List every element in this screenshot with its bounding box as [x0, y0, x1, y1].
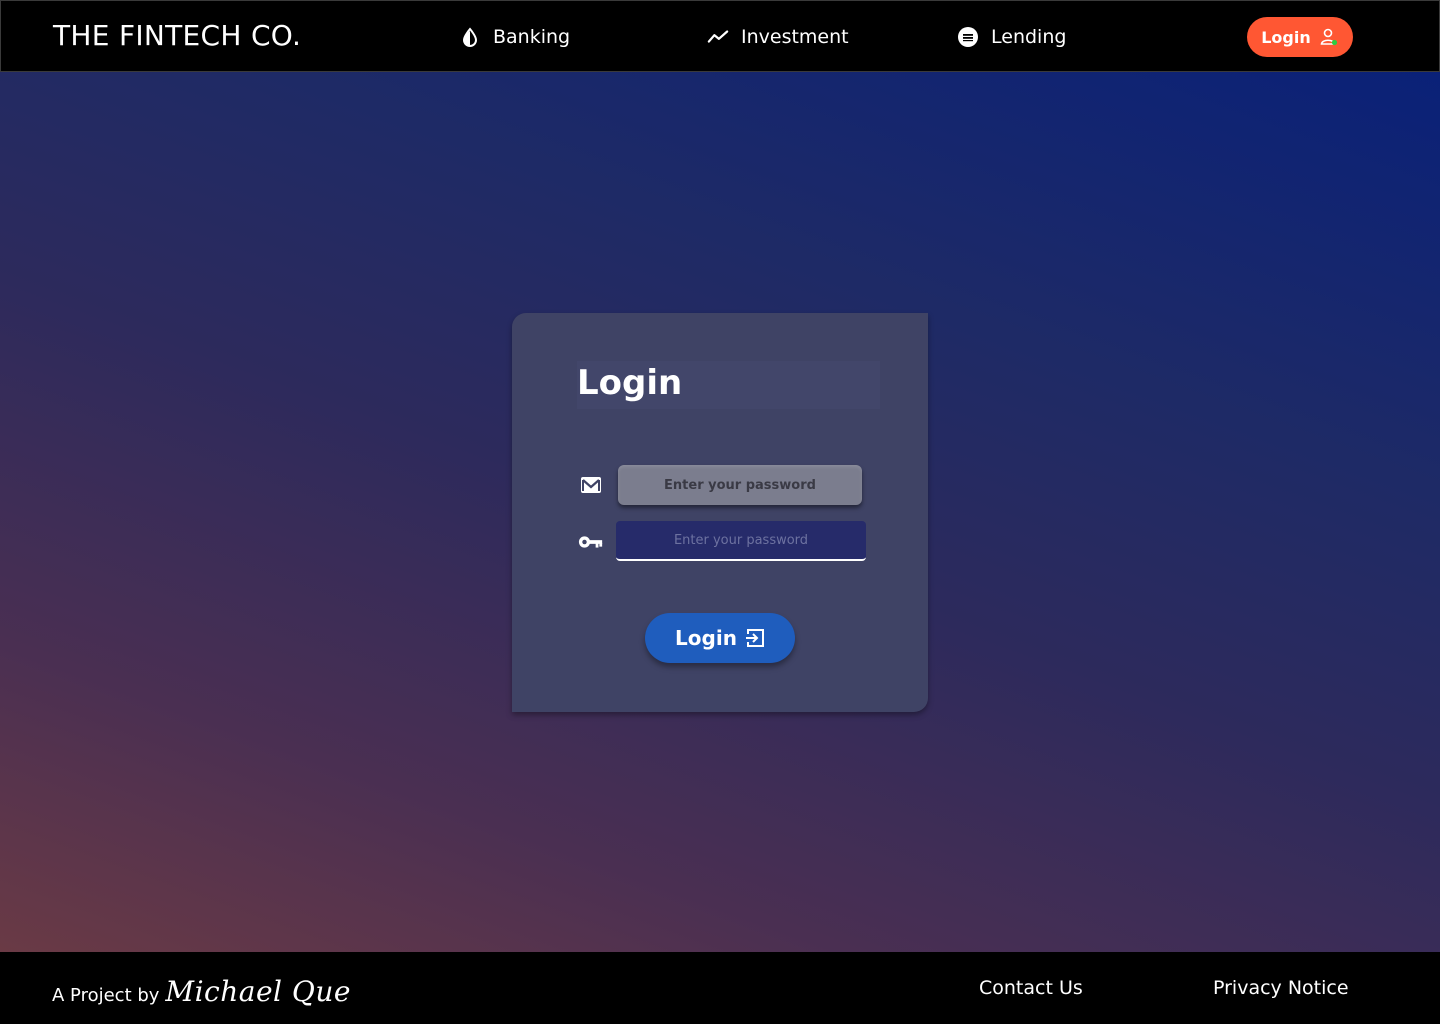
email-icon	[578, 472, 604, 498]
email-field[interactable]	[618, 465, 862, 505]
top-nav: THE FINTECH CO. Banking Investment Lendi…	[0, 0, 1440, 72]
login-submit-button[interactable]: Login	[645, 613, 795, 663]
project-credit: A Project by Michael Que	[52, 975, 351, 1008]
nav-banking-label: Banking	[493, 26, 571, 48]
privacy-notice-link[interactable]: Privacy Notice	[1213, 977, 1349, 999]
key-icon	[578, 529, 604, 555]
login-title: Login	[577, 363, 683, 403]
nav-banking[interactable]: Banking	[459, 23, 570, 51]
lending-icon	[957, 26, 979, 48]
nav-investment-label: Investment	[741, 26, 849, 48]
brand-logo[interactable]: THE FINTECH CO.	[53, 19, 301, 52]
credit-prefix: A Project by	[52, 985, 160, 1006]
contact-us-link[interactable]: Contact Us	[979, 977, 1083, 999]
user-icon	[1319, 27, 1339, 47]
login-submit-label: Login	[675, 626, 737, 650]
nav-lending-label: Lending	[991, 26, 1067, 48]
header-login-label: Login	[1261, 27, 1311, 47]
header-login-button[interactable]: Login	[1247, 17, 1353, 57]
nav-lending[interactable]: Lending	[957, 23, 1066, 51]
author-signature: Michael Que	[165, 975, 351, 1008]
sign-in-icon	[745, 628, 765, 648]
trend-line-icon	[707, 26, 729, 48]
drop-icon	[459, 26, 481, 48]
password-field[interactable]	[616, 521, 866, 561]
nav-investment[interactable]: Investment	[707, 23, 849, 51]
